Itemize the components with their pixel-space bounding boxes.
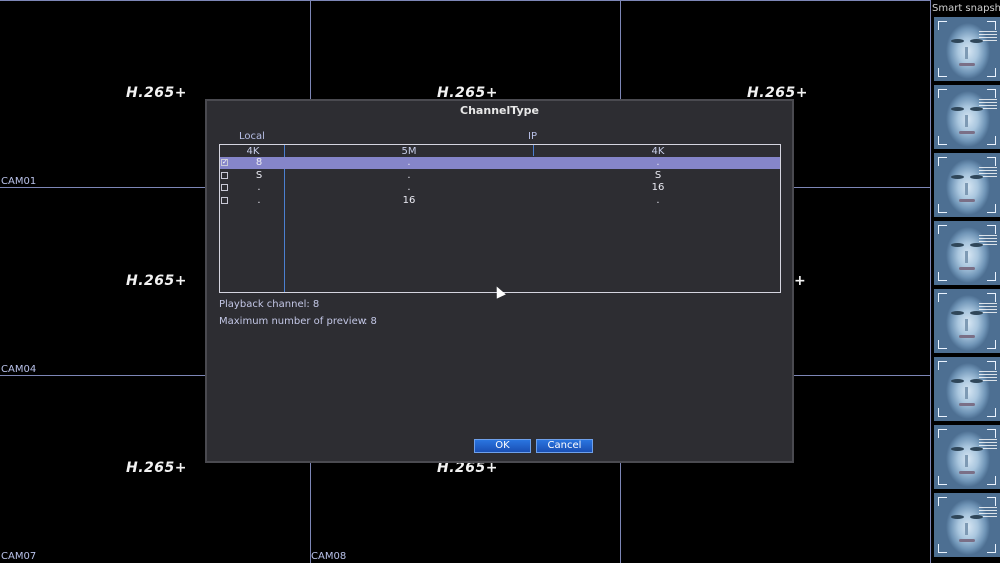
cell-ip-4k: . <box>656 195 660 206</box>
camera-name: CAM01 <box>1 176 37 187</box>
channel-type-dialog: ChannelType Local IP 4K 5M 4K ✓ 8 . . S … <box>205 99 794 463</box>
face-snapshot-thumbnail[interactable] <box>934 357 1000 421</box>
codec-label: H.265+ <box>126 460 187 476</box>
grid-divider <box>0 0 930 1</box>
face-snapshot-thumbnail[interactable] <box>934 425 1000 489</box>
row-checkbox[interactable]: ✓ <box>221 159 228 166</box>
cell-ip-4k: 16 <box>651 182 665 193</box>
table-row[interactable]: . . 16 <box>220 182 780 194</box>
table-row[interactable]: . 16 . <box>220 195 780 207</box>
snapshot-panel-title: Smart snapshot <box>932 3 1000 14</box>
playback-channel-text: Playback channel: 8 <box>219 299 320 310</box>
row-checkbox[interactable] <box>221 172 228 179</box>
face-snapshot-thumbnail[interactable] <box>934 85 1000 149</box>
cell-local-4k: 8 <box>255 157 263 168</box>
cell-local-4k: S <box>255 170 263 181</box>
snapshot-list <box>934 17 1000 561</box>
column-divider <box>533 145 534 156</box>
max-preview-value: : 8 <box>364 316 377 327</box>
row-checkbox[interactable] <box>221 197 228 204</box>
cell-ip-4k: . <box>656 157 660 168</box>
cell-local-4k: . <box>257 182 261 193</box>
camera-name: CAM07 <box>1 551 37 562</box>
grid-divider <box>930 0 931 563</box>
column-header-local-4k: 4K <box>246 146 260 157</box>
cell-ip-5m: . <box>407 157 411 168</box>
face-snapshot-thumbnail[interactable] <box>934 153 1000 217</box>
group-label-local: Local <box>239 131 265 142</box>
cell-ip-4k: S <box>654 170 662 181</box>
cell-ip-5m: . <box>407 182 411 193</box>
camera-name: CAM08 <box>311 551 347 562</box>
group-label-ip: IP <box>528 131 537 142</box>
row-checkbox[interactable] <box>221 184 228 191</box>
face-snapshot-thumbnail[interactable] <box>934 289 1000 353</box>
face-snapshot-thumbnail[interactable] <box>934 493 1000 557</box>
face-snapshot-thumbnail[interactable] <box>934 221 1000 285</box>
codec-label-partial: + <box>794 273 807 289</box>
cancel-button[interactable]: Cancel <box>536 439 593 453</box>
column-header-ip-5m: 5M <box>401 146 417 157</box>
max-preview-label: Maximum number of preview <box>219 316 366 327</box>
column-header-ip-4k: 4K <box>651 146 665 157</box>
codec-label: H.265+ <box>126 85 187 101</box>
codec-label: H.265+ <box>126 273 187 289</box>
channel-type-table: 4K 5M 4K ✓ 8 . . S . S . . 16 . 16 . <box>219 144 781 293</box>
face-snapshot-thumbnail[interactable] <box>934 17 1000 81</box>
dialog-title: ChannelType <box>460 104 539 117</box>
table-row[interactable]: S . S <box>220 170 780 182</box>
cell-ip-5m: . <box>407 170 411 181</box>
table-row[interactable]: ✓ 8 . . <box>220 157 780 169</box>
camera-name: CAM04 <box>1 364 37 375</box>
cell-ip-5m: 16 <box>402 195 416 206</box>
ok-button[interactable]: OK <box>474 439 531 453</box>
cell-local-4k: . <box>257 195 261 206</box>
